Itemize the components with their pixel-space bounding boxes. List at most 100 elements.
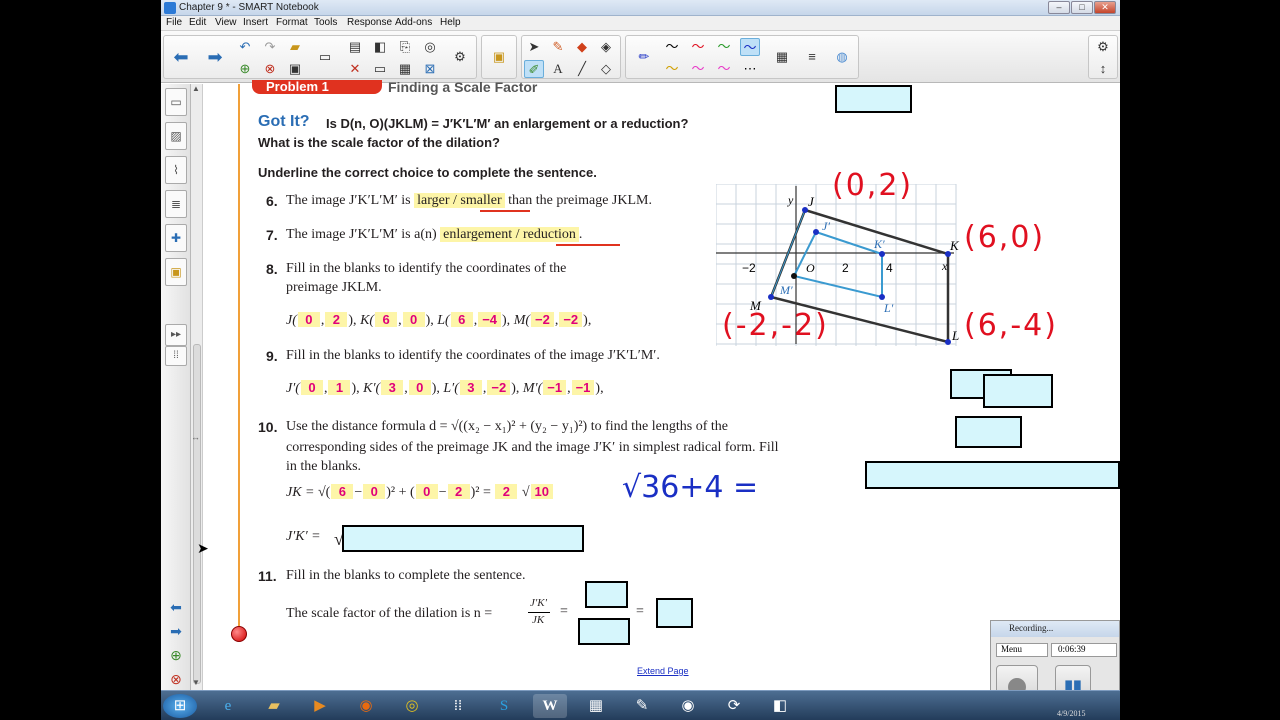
line-icon[interactable]: ╱ bbox=[572, 60, 592, 78]
text-icon[interactable]: A bbox=[548, 60, 568, 78]
response-tab[interactable]: ▣ bbox=[165, 258, 187, 286]
fill-icon[interactable]: ◈ bbox=[596, 38, 616, 56]
screenshade-icon[interactable]: ◧ bbox=[370, 38, 390, 56]
menu-format[interactable]: Format bbox=[276, 17, 308, 28]
forward-arrow-icon[interactable]: ➡ bbox=[205, 48, 225, 66]
q10-jk-c[interactable]: 0 bbox=[415, 484, 438, 499]
q8-j-x[interactable]: 0 bbox=[297, 312, 320, 327]
vertical-scrollbar[interactable]: ▲ ↔ ▼ bbox=[191, 84, 203, 690]
pen-blue-icon[interactable]: 〜 bbox=[740, 38, 760, 56]
minimize-button[interactable]: – bbox=[1048, 1, 1070, 14]
menu-view[interactable]: View bbox=[215, 17, 237, 28]
q9-j-y[interactable]: 1 bbox=[328, 380, 351, 395]
q11-denominator-box[interactable] bbox=[578, 618, 630, 645]
creative-pen-icon[interactable]: ✐ bbox=[524, 60, 544, 78]
q10-jk-radicand[interactable]: 10 bbox=[530, 484, 554, 499]
delete-icon[interactable]: ✕ bbox=[345, 60, 365, 78]
open-folder-icon[interactable]: ▰ bbox=[285, 38, 305, 56]
answer-box-b[interactable] bbox=[983, 374, 1053, 408]
q9-j-x[interactable]: 0 bbox=[300, 380, 323, 395]
add-page-icon[interactable]: ⊕ bbox=[235, 60, 255, 78]
paste-icon[interactable]: ▤ bbox=[345, 38, 365, 56]
pen-black-icon[interactable]: 〜 bbox=[662, 38, 682, 56]
table-icon[interactable]: ▦ bbox=[395, 60, 415, 78]
word-icon[interactable]: W bbox=[533, 694, 567, 718]
q10-jk-b[interactable]: 0 bbox=[363, 484, 386, 499]
scroll-down-icon[interactable]: ▼ bbox=[192, 678, 200, 687]
toolbar-move-icon[interactable]: ↕ bbox=[1093, 60, 1113, 78]
zoom-icon[interactable]: ◎ bbox=[420, 38, 440, 56]
capture-icon[interactable]: ⎘ bbox=[395, 38, 415, 56]
attachments-tab[interactable]: ⌇ bbox=[165, 156, 187, 184]
pen-icon[interactable]: ✎ bbox=[548, 38, 568, 56]
q8-m-y[interactable]: −2 bbox=[559, 312, 583, 327]
close-doc-icon[interactable]: ⊠ bbox=[420, 60, 440, 78]
delete-page-side-icon[interactable]: ⊗ bbox=[165, 670, 187, 688]
lock-icon[interactable]: ▣ bbox=[489, 48, 509, 66]
back-arrow-icon[interactable]: ⬅ bbox=[171, 48, 191, 66]
chrome-icon[interactable]: ◎ bbox=[395, 694, 429, 718]
addons-tab[interactable]: ✚ bbox=[165, 224, 187, 252]
q8-j-y[interactable]: 2 bbox=[325, 312, 348, 327]
q11-numerator-box[interactable] bbox=[585, 581, 628, 608]
scrollbar-thumb[interactable] bbox=[193, 344, 201, 684]
maximize-button[interactable]: □ bbox=[1071, 1, 1093, 14]
eraser-icon[interactable]: ◆ bbox=[572, 38, 592, 56]
menu-edit[interactable]: Edit bbox=[189, 17, 206, 28]
grip-icon[interactable]: ⁞⁞ bbox=[165, 346, 187, 366]
recorder-app-icon[interactable]: ◧ bbox=[763, 694, 797, 718]
q8-l-x[interactable]: 6 bbox=[450, 312, 473, 327]
add-page-side-icon[interactable]: ⊕ bbox=[165, 646, 187, 664]
q10-jk-coef[interactable]: 2 bbox=[495, 484, 518, 499]
settings-gear-icon[interactable]: ⚙ bbox=[1093, 38, 1113, 56]
previous-page-icon[interactable]: ⬅ bbox=[165, 598, 187, 616]
media-player-icon[interactable]: ▶ bbox=[303, 694, 337, 718]
color-palette-icon[interactable]: ▦ bbox=[772, 48, 792, 66]
q8-k-y[interactable]: 0 bbox=[402, 312, 425, 327]
q10-jk-a[interactable]: 6 bbox=[331, 484, 354, 499]
tools-icon[interactable]: ⚙ bbox=[450, 48, 470, 66]
display-icon[interactable]: ▭ bbox=[315, 48, 335, 66]
q6-choice[interactable]: larger / smaller bbox=[414, 193, 505, 208]
pen-green-icon[interactable]: 〜 bbox=[714, 38, 734, 56]
line-style-icon[interactable]: ≡ bbox=[802, 48, 822, 66]
q9-l-x[interactable]: 3 bbox=[459, 380, 482, 395]
answer-box-c[interactable] bbox=[955, 416, 1022, 448]
q9-m-y[interactable]: −1 bbox=[571, 380, 595, 395]
q9-m-x[interactable]: −1 bbox=[543, 380, 567, 395]
chrome-app-icon[interactable]: ◉ bbox=[671, 694, 705, 718]
menu-tools[interactable]: Tools bbox=[314, 17, 337, 28]
answer-box-top[interactable] bbox=[835, 85, 912, 113]
notebook-page[interactable]: Problem 1 Finding a Scale Factor Got It?… bbox=[204, 79, 1120, 690]
menu-addons[interactable]: Add-ons bbox=[395, 17, 432, 28]
q9-k-x[interactable]: 3 bbox=[381, 380, 404, 395]
q9-k-y[interactable]: 0 bbox=[408, 380, 431, 395]
q8-k-x[interactable]: 6 bbox=[375, 312, 398, 327]
notebook-icon[interactable]: ✎ bbox=[625, 694, 659, 718]
resize-arrows-icon[interactable]: ↔ bbox=[191, 432, 200, 442]
q8-m-x[interactable]: −2 bbox=[531, 312, 554, 327]
q10-answer-box[interactable] bbox=[342, 525, 584, 552]
loading-icon[interactable]: ⟳ bbox=[717, 694, 751, 718]
close-button[interactable]: ✕ bbox=[1094, 1, 1116, 14]
answer-box-wide[interactable] bbox=[865, 461, 1120, 489]
redo-icon[interactable]: ↷ bbox=[260, 38, 280, 56]
menu-response[interactable]: Response bbox=[347, 17, 392, 28]
page-sorter-tab[interactable]: ▭ bbox=[165, 88, 187, 116]
screen-icon[interactable]: ▭ bbox=[370, 60, 390, 78]
pen-red-icon[interactable]: 〜 bbox=[688, 38, 708, 56]
internet-explorer-icon[interactable]: e bbox=[211, 694, 245, 718]
smart-board-icon[interactable]: ▦ bbox=[579, 694, 613, 718]
firefox-icon[interactable]: ◉ bbox=[349, 694, 383, 718]
eraser-tool-icon[interactable]: ◇ bbox=[596, 60, 616, 78]
pen-yellow-icon[interactable]: 〜 bbox=[662, 60, 682, 78]
scroll-up-icon[interactable]: ▲ bbox=[192, 84, 200, 93]
q8-l-y[interactable]: −4 bbox=[478, 312, 502, 327]
collapse-tab[interactable]: ▸▸ bbox=[165, 324, 187, 346]
skype-icon[interactable]: S bbox=[487, 694, 521, 718]
menu-file[interactable]: File bbox=[166, 17, 182, 28]
save-icon[interactable]: ▣ bbox=[285, 60, 305, 78]
recorder-menu[interactable]: Menu bbox=[996, 643, 1048, 657]
extend-page-link[interactable]: Extend Page bbox=[637, 666, 689, 676]
apps-grid-icon[interactable]: ⁞⁞ bbox=[441, 694, 475, 718]
